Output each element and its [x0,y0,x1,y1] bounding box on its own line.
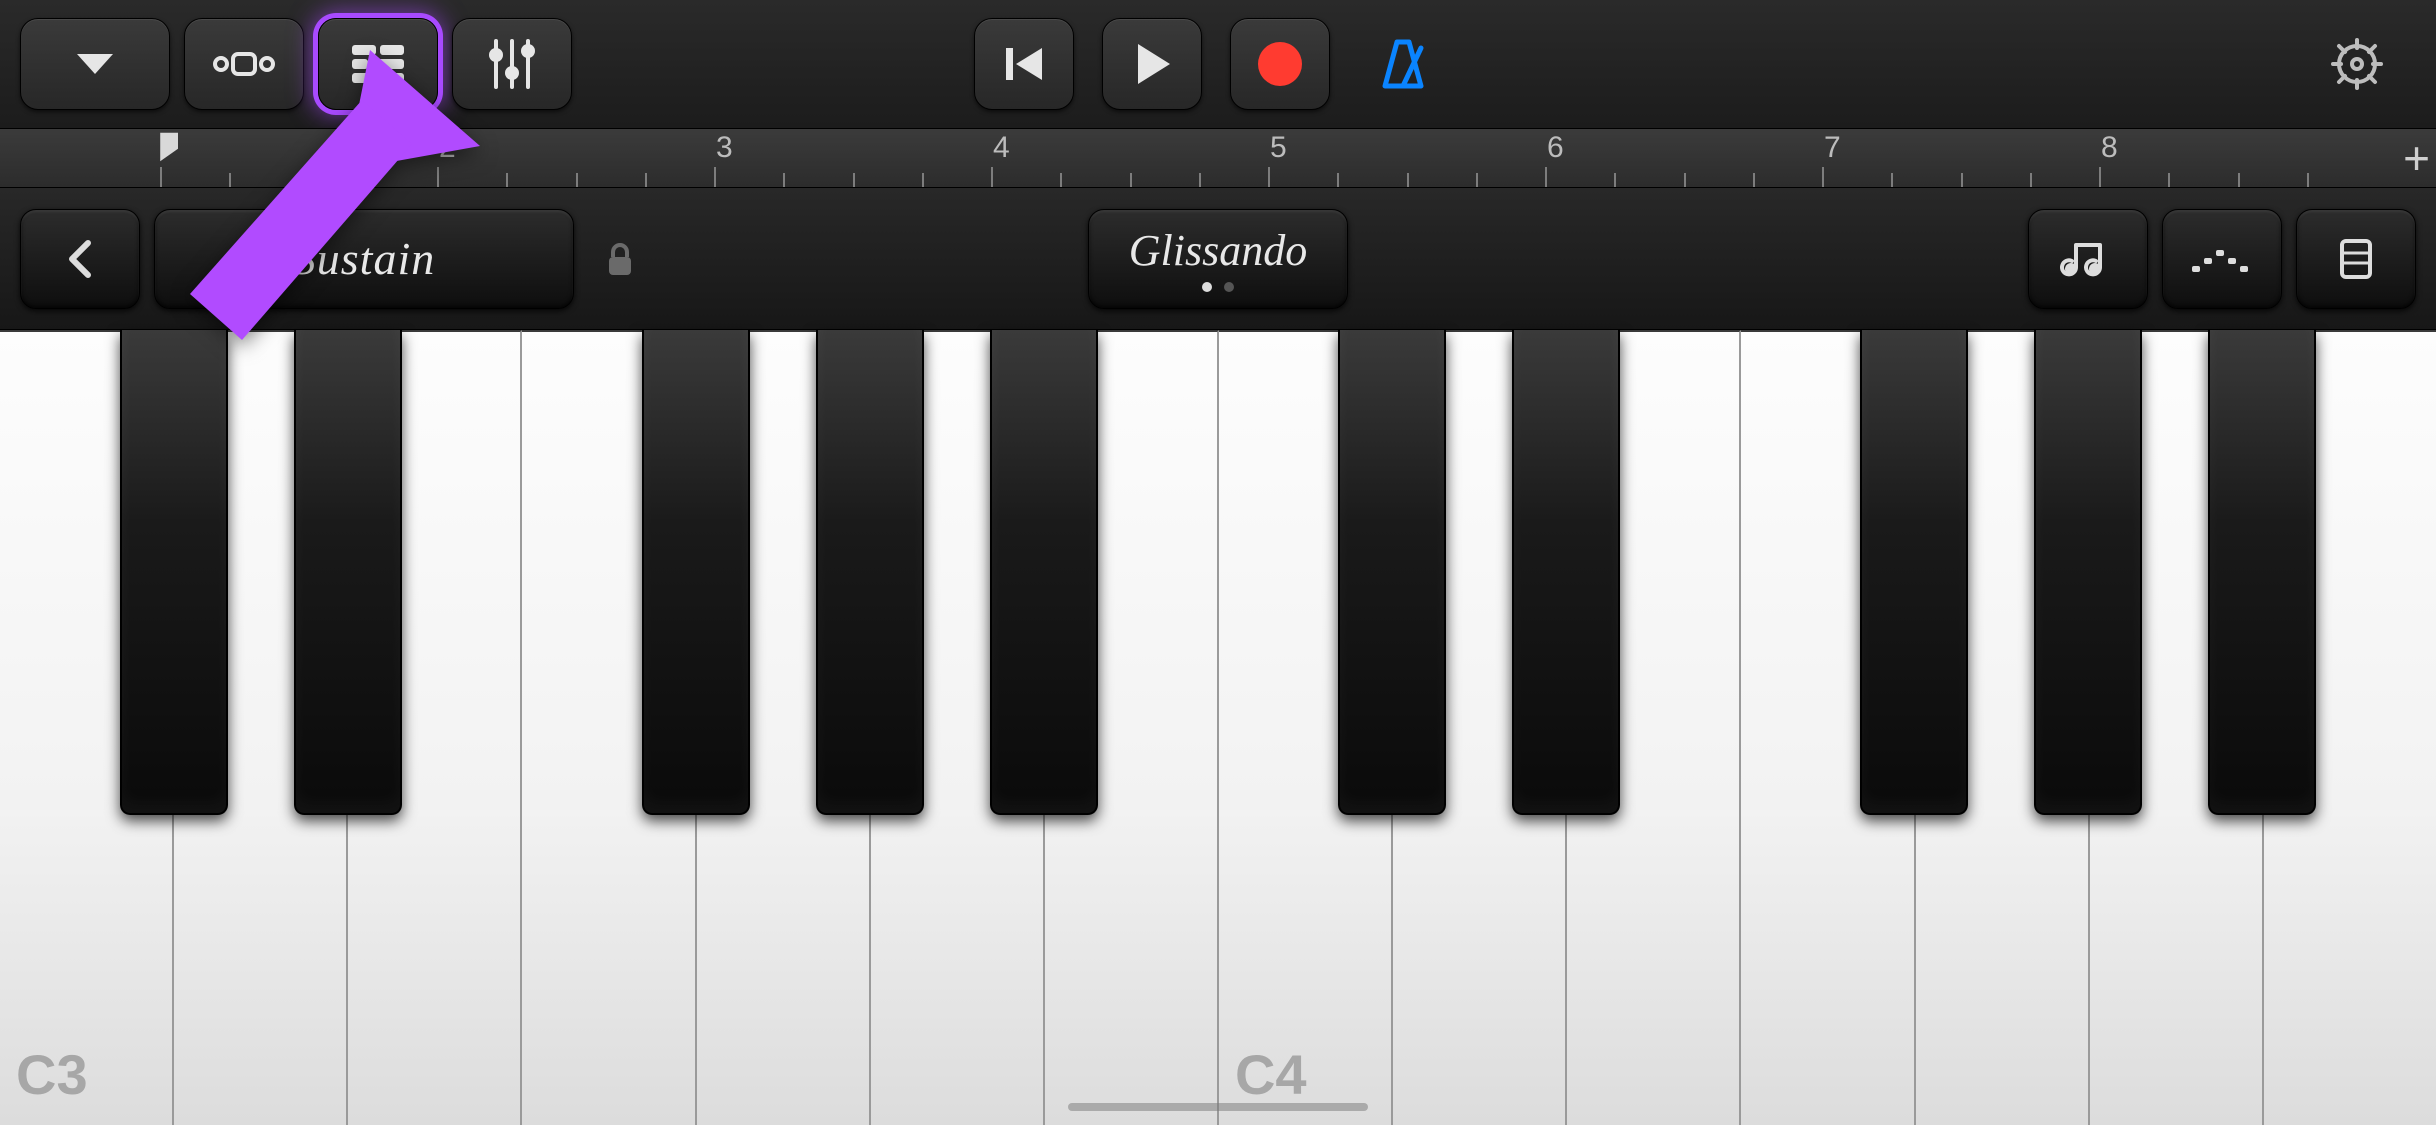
song-settings-button[interactable] [2312,18,2402,110]
black-key[interactable] [990,330,1098,815]
transport-controls [974,0,1462,128]
ruler-bar-label: 4 [993,131,1010,165]
garageband-keyboard-screen: 2345678 + Sustain Glissando [0,0,2436,1125]
record-button[interactable] [1230,18,1330,110]
arpeggio-icon [2190,244,2254,274]
ruler-bar-label: 5 [1270,131,1287,165]
ruler-bar-tick [1268,167,1270,187]
ruler-beat-tick [2030,173,2032,187]
annotation-arrow-icon [160,40,500,380]
piano-keyboard: C3 C4 [0,330,2436,1125]
ruler-beat-tick [1614,173,1616,187]
ruler-beat-tick [506,173,508,187]
ruler-beat-tick [2238,173,2240,187]
ruler-beat-tick [2307,173,2309,187]
home-indicator [1068,1103,1368,1111]
octave-down-button[interactable] [20,209,140,309]
black-key[interactable] [642,330,750,815]
chevron-left-icon [66,239,94,279]
go-to-beginning-button[interactable] [974,18,1074,110]
ruler-beat-tick [576,173,578,187]
ruler-beat-tick [1684,173,1686,187]
ruler-beat-tick [1130,173,1132,187]
add-section-button[interactable]: + [2403,131,2430,185]
arpeggiator-button[interactable] [2162,209,2282,309]
black-key[interactable] [120,330,228,815]
key-label: C4 [1235,1042,1307,1107]
toolbar-right [2312,0,2416,128]
keyboard-mode-label: Glissando [1129,225,1307,276]
lock-icon [605,241,635,277]
ruler-beat-tick [1476,173,1478,187]
keyboard-mode-button[interactable]: Glissando [1088,209,1348,309]
play-icon [1132,42,1172,86]
rewind-icon [1002,44,1046,84]
ruler-bar-label: 7 [1824,131,1841,165]
ruler-beat-tick [1199,173,1201,187]
mode-page-dots [1202,282,1234,292]
key-label: C3 [16,1042,88,1107]
black-key[interactable] [294,330,402,815]
ruler-beat-tick [1337,173,1339,187]
ruler-bar-tick [991,167,993,187]
ruler-bar-label: 6 [1547,131,1564,165]
ruler-beat-tick [1060,173,1062,187]
ruler-beat-tick [853,173,855,187]
keyboard-layout-button[interactable] [2296,209,2416,309]
ruler-beat-tick [2168,173,2170,187]
ruler-bar-label: 8 [2101,131,2118,165]
eighth-notes-icon [2060,237,2116,281]
black-key[interactable] [1338,330,1446,815]
ruler-bar-tick [714,167,716,187]
sustain-lock-button[interactable] [588,241,652,277]
ruler-beat-tick [922,173,924,187]
ruler-beat-tick [1753,173,1755,187]
black-key[interactable] [1512,330,1620,815]
instrument-browser-button[interactable] [20,18,170,110]
ruler-beat-tick [783,173,785,187]
black-key[interactable] [1860,330,1968,815]
black-key[interactable] [2208,330,2316,815]
note-repeat-button[interactable] [2028,209,2148,309]
ruler-beat-tick [645,173,647,187]
ruler-bar-tick [1822,167,1824,187]
ruler-beat-tick [1961,173,1963,187]
gear-icon [2329,36,2385,92]
play-button[interactable] [1102,18,1202,110]
triangle-down-icon [73,50,117,78]
ruler-beat-tick [1407,173,1409,187]
record-icon [1256,40,1304,88]
black-key[interactable] [816,330,924,815]
metronome-icon [1375,36,1431,92]
ruler-bar-tick [1545,167,1547,187]
ruler-bar-label: 3 [716,131,733,165]
ruler-beat-tick [1891,173,1893,187]
metronome-button[interactable] [1358,18,1448,110]
black-key[interactable] [2034,330,2142,815]
ruler-bar-tick [2099,167,2101,187]
keyboard-layout-icon [2338,237,2374,281]
